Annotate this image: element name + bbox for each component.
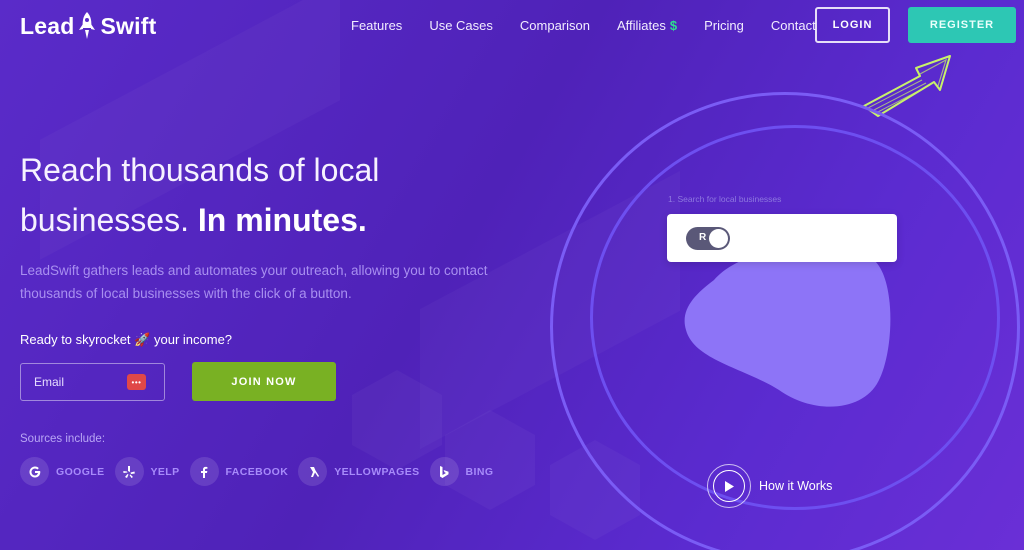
step-label: 1. Search for local businesses — [668, 194, 782, 204]
bing-icon — [429, 457, 459, 486]
toggle-letter: R — [699, 232, 707, 243]
how-it-works-button[interactable]: How it Works — [707, 464, 832, 508]
facebook-icon — [189, 457, 219, 486]
email-input[interactable] — [34, 375, 124, 389]
main-nav: Features Use Cases Comparison Affiliates… — [351, 18, 816, 33]
how-it-works-label: How it Works — [759, 479, 833, 493]
source-facebook: FACEBOOK — [189, 457, 289, 486]
join-now-button[interactable]: JOIN NOW — [192, 362, 336, 401]
login-button[interactable]: LOGIN — [815, 7, 890, 43]
source-name: GOOGLE — [56, 465, 105, 478]
ready-suffix: your income? — [153, 332, 233, 347]
toggle-knob — [709, 229, 728, 248]
hero-description: LeadSwift gathers leads and automates yo… — [20, 263, 488, 301]
email-field-wrapper: ••• — [20, 363, 165, 401]
ready-prompt: Ready to skyrocket 🚀 your income? — [20, 332, 232, 348]
nav-pricing[interactable]: Pricing — [704, 18, 744, 33]
source-bing: BING — [429, 457, 494, 486]
rocket-emoji-icon: 🚀 — [134, 332, 151, 347]
source-name: YELLOWPAGES — [334, 465, 420, 478]
source-google: GOOGLE — [20, 457, 105, 486]
dollar-icon: $ — [669, 18, 678, 33]
hero-title: Reach thousands of local businesses. In … — [20, 145, 460, 245]
nav-comparison[interactable]: Comparison — [520, 18, 590, 33]
ready-prefix: Ready to skyrocket — [20, 332, 131, 347]
rocket-icon — [79, 12, 96, 39]
source-name: FACEBOOK — [225, 465, 289, 478]
logo-text-swift: Swift — [100, 12, 157, 39]
play-icon — [713, 470, 745, 502]
google-icon — [20, 457, 49, 486]
password-manager-icon[interactable]: ••• — [127, 374, 146, 390]
source-name: BING — [465, 465, 494, 478]
register-button[interactable]: REGISTER — [908, 7, 1016, 43]
source-yelp: YELP — [114, 457, 180, 486]
nav-contact[interactable]: Contact — [771, 18, 816, 33]
nav-affiliates[interactable]: Affiliates $ — [617, 18, 677, 33]
yelp-icon — [114, 457, 144, 486]
decorative-blob — [684, 246, 891, 407]
search-toggle[interactable]: R — [686, 227, 730, 250]
search-card: R — [667, 214, 897, 262]
nav-features[interactable]: Features — [351, 18, 402, 33]
nav-use-cases[interactable]: Use Cases — [429, 18, 493, 33]
logo-text-lead: Lead — [20, 12, 75, 39]
source-yellowpages: YELLOWPAGES — [298, 457, 419, 486]
hero-title-emphasis: In minutes. — [197, 202, 367, 238]
sources-label: Sources include: — [20, 433, 106, 445]
play-button-ring — [707, 464, 751, 508]
source-name: YELP — [150, 465, 180, 478]
hero-title-line2: businesses. — [20, 202, 189, 238]
hero-title-line1: Reach thousands of local — [20, 152, 380, 188]
logo[interactable]: Lead Swift — [20, 11, 156, 41]
nav-affiliates-label: Affiliates — [616, 18, 666, 33]
yellowpages-icon — [298, 457, 328, 486]
sources-list: GOOGLE YELP FACEBOOK YELLOWPAGES BING — [20, 457, 503, 486]
